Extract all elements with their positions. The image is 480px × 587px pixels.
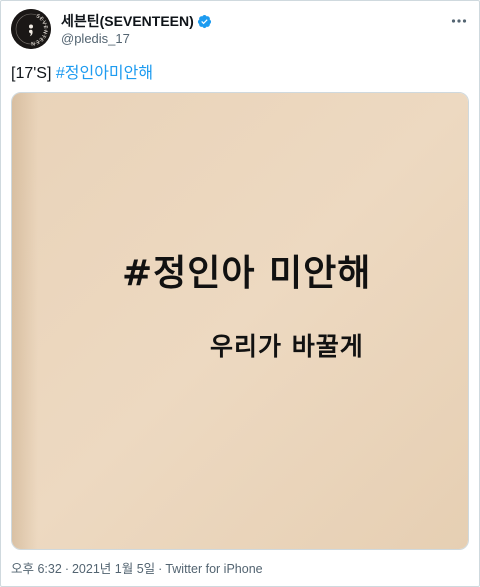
tweet-hashtag-link[interactable]: #정인아미안해 (56, 65, 153, 82)
meta-separator: · (64, 562, 69, 576)
photo-line1-text: #정인아 미안해 (122, 253, 371, 294)
verified-badge-icon (197, 14, 212, 29)
avatar[interactable]: SEVENTEEN (11, 9, 51, 49)
photo-line2-text: 우리가 바꿀게 (210, 332, 364, 361)
tweet-card: SEVENTEEN 세븐틴(SEVENTEEN) @pledis_17 [17'… (0, 0, 480, 587)
tweet-text: [17'S] #정인아미안해 (11, 63, 153, 85)
author-display-name-row[interactable]: 세븐틴(SEVENTEEN) (61, 12, 212, 30)
tweet-source[interactable]: Twitter for iPhone (165, 562, 262, 576)
tweet-meta: 오후 6:32 · 2021년 1월 5일 · Twitter for iPhone (11, 560, 263, 578)
tweet-time[interactable]: 오후 6:32 (11, 562, 62, 576)
author-names: 세븐틴(SEVENTEEN) @pledis_17 (61, 12, 212, 48)
tweet-prefix: [17'S] (11, 65, 52, 82)
author-handle[interactable]: @pledis_17 (61, 30, 212, 48)
tweet-header: SEVENTEEN 세븐틴(SEVENTEEN) @pledis_17 (11, 9, 471, 49)
paper-photo: #정인아 미안해 우리가 바꿀게 (12, 93, 468, 549)
meta-separator: · (158, 562, 163, 576)
more-options-icon[interactable] (449, 11, 469, 31)
tweet-date[interactable]: 2021년 1월 5일 (72, 562, 155, 576)
tweet-media-image[interactable]: #정인아 미안해 우리가 바꿀게 (11, 92, 469, 550)
avatar-logo-image: SEVENTEEN (11, 9, 51, 49)
author-display-name[interactable]: 세븐틴(SEVENTEEN) (61, 12, 194, 30)
